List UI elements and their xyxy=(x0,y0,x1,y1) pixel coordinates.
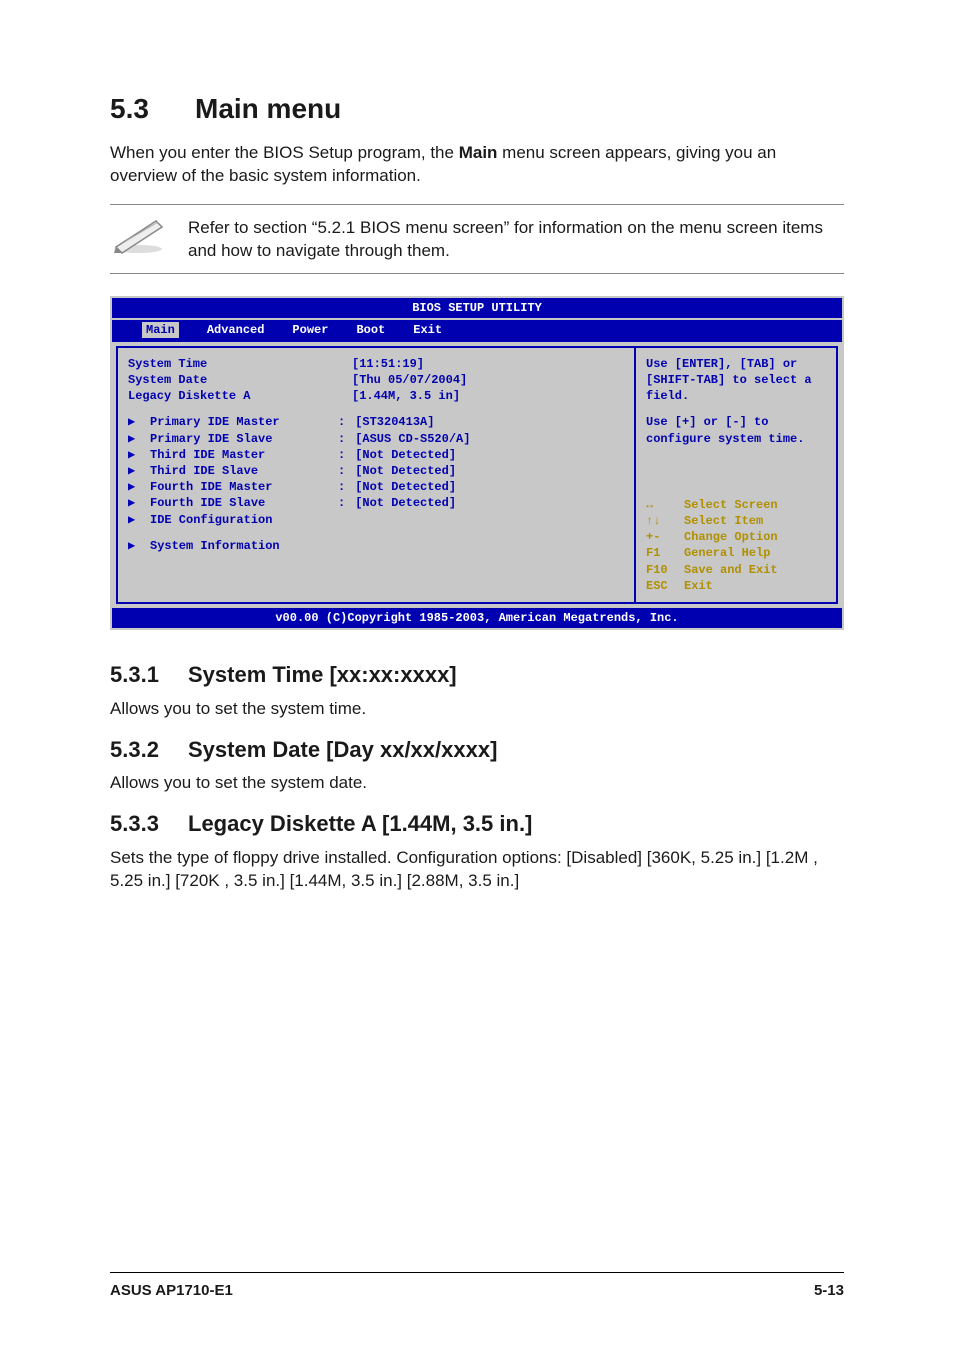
tab-boot[interactable]: Boot xyxy=(356,322,385,338)
intro-paragraph: When you enter the BIOS Setup program, t… xyxy=(110,142,844,188)
bios-footer: v00.00 (C)Copyright 1985-2003, American … xyxy=(112,608,842,628)
nav-row: F10Save and Exit xyxy=(646,562,828,578)
nav-label: Save and Exit xyxy=(684,562,778,578)
bios-left-panel: System Time [11:51:19] System Date [Thu … xyxy=(118,348,636,602)
subsection-title: Legacy Diskette A [1.44M, 3.5 in.] xyxy=(188,811,532,836)
field-label: System Time xyxy=(128,356,338,372)
bios-title: BIOS SETUP UTILITY xyxy=(112,298,842,320)
subsection-body: Allows you to set the system time. xyxy=(110,698,844,721)
nav-key: ↑↓ xyxy=(646,513,684,529)
submenu-ide-config[interactable]: ▶IDE Configuration xyxy=(128,512,628,528)
footer-left: ASUS AP1710-E1 xyxy=(110,1281,233,1301)
nav-key: F1 xyxy=(646,545,684,561)
field-label: System Date xyxy=(128,372,338,388)
submenu-arrow-icon: ▶ xyxy=(128,463,150,479)
field-label: Third IDE Slave xyxy=(150,463,338,479)
field-value: [Not Detected] xyxy=(345,447,456,463)
subsection-number: 5.3.1 xyxy=(110,660,188,690)
field-value: [ST320413A] xyxy=(345,414,434,430)
section-heading: 5.3Main menu xyxy=(110,90,844,128)
nav-label: Change Option xyxy=(684,529,778,545)
help-top: Use [ENTER], [TAB] or [SHIFT-TAB] to sel… xyxy=(646,356,828,405)
submenu-ide[interactable]: ▶Fourth IDE Slave:[Not Detected] xyxy=(128,495,628,511)
intro-bold: Main xyxy=(459,143,498,162)
field-value: [1.44M, 3.5 in] xyxy=(352,388,460,404)
help-mid: Use [+] or [-] to configure system time. xyxy=(646,414,828,446)
field-system-date[interactable]: System Date [Thu 05/07/2004] xyxy=(128,372,628,388)
field-value: [11:51:19] xyxy=(352,356,424,372)
bios-right-panel: Use [ENTER], [TAB] or [SHIFT-TAB] to sel… xyxy=(636,348,836,602)
submenu-ide[interactable]: ▶Fourth IDE Master:[Not Detected] xyxy=(128,479,628,495)
field-value: [Not Detected] xyxy=(345,463,456,479)
nav-help: ↔Select Screen ↑↓Select Item +-Change Op… xyxy=(646,497,828,594)
nav-key: ↔ xyxy=(646,497,684,513)
subsection-title: System Date [Day xx/xx/xxxx] xyxy=(188,737,497,762)
subsection-body: Allows you to set the system date. xyxy=(110,772,844,795)
pencil-icon xyxy=(110,215,170,255)
submenu-arrow-icon: ▶ xyxy=(128,538,150,554)
tab-exit[interactable]: Exit xyxy=(413,322,442,338)
nav-label: Select Screen xyxy=(684,497,778,513)
subsection-number: 5.3.3 xyxy=(110,809,188,839)
nav-row: ESCExit xyxy=(646,578,828,594)
field-value: [Not Detected] xyxy=(345,495,456,511)
subsection-number: 5.3.2 xyxy=(110,735,188,765)
tab-advanced[interactable]: Advanced xyxy=(207,322,265,338)
intro-pre: When you enter the BIOS Setup program, t… xyxy=(110,143,459,162)
field-label: IDE Configuration xyxy=(150,512,272,528)
subsection-body: Sets the type of floppy drive installed.… xyxy=(110,847,844,893)
field-system-time[interactable]: System Time [11:51:19] xyxy=(128,356,628,372)
submenu-arrow-icon: ▶ xyxy=(128,512,150,528)
page-footer: ASUS AP1710-E1 5-13 xyxy=(110,1272,844,1301)
subsection-title: System Time [xx:xx:xxxx] xyxy=(188,662,457,687)
bios-tabs: Main Advanced Power Boot Exit xyxy=(112,320,842,342)
subsection-heading: 5.3.3Legacy Diskette A [1.44M, 3.5 in.] xyxy=(110,809,844,839)
nav-row: +-Change Option xyxy=(646,529,828,545)
ide-block: ▶Primary IDE Master:[ST320413A] ▶Primary… xyxy=(128,414,628,527)
submenu-arrow-icon: ▶ xyxy=(128,447,150,463)
field-label: Third IDE Master xyxy=(150,447,338,463)
nav-key: ESC xyxy=(646,578,684,594)
nav-key: F10 xyxy=(646,562,684,578)
submenu-ide[interactable]: ▶Third IDE Slave:[Not Detected] xyxy=(128,463,628,479)
nav-label: Select Item xyxy=(684,513,763,529)
submenu-arrow-icon: ▶ xyxy=(128,495,150,511)
nav-label: Exit xyxy=(684,578,713,594)
field-label: Fourth IDE Slave xyxy=(150,495,338,511)
nav-row: ↔Select Screen xyxy=(646,497,828,513)
note-text: Refer to section “5.2.1 BIOS menu screen… xyxy=(188,215,844,263)
sysinfo-block: ▶System Information xyxy=(128,538,628,554)
submenu-ide[interactable]: ▶Third IDE Master:[Not Detected] xyxy=(128,447,628,463)
bios-screenshot: BIOS SETUP UTILITY Main Advanced Power B… xyxy=(110,296,844,631)
subsection-heading: 5.3.2System Date [Day xx/xx/xxxx] xyxy=(110,735,844,765)
field-label: System Information xyxy=(150,538,280,554)
field-label: Fourth IDE Master xyxy=(150,479,338,495)
field-value: [Not Detected] xyxy=(345,479,456,495)
tab-main[interactable]: Main xyxy=(142,322,179,338)
field-legacy-diskette[interactable]: Legacy Diskette A [1.44M, 3.5 in] xyxy=(128,388,628,404)
field-label: Primary IDE Slave xyxy=(150,431,338,447)
nav-row: ↑↓Select Item xyxy=(646,513,828,529)
field-value: [Thu 05/07/2004] xyxy=(352,372,467,388)
submenu-system-information[interactable]: ▶System Information xyxy=(128,538,628,554)
note-block: Refer to section “5.2.1 BIOS menu screen… xyxy=(110,204,844,274)
tab-power[interactable]: Power xyxy=(292,322,328,338)
subsection-heading: 5.3.1System Time [xx:xx:xxxx] xyxy=(110,660,844,690)
field-value: [ASUS CD-S520/A] xyxy=(345,431,470,447)
submenu-arrow-icon: ▶ xyxy=(128,479,150,495)
nav-label: General Help xyxy=(684,545,770,561)
nav-row: F1General Help xyxy=(646,545,828,561)
bios-body: System Time [11:51:19] System Date [Thu … xyxy=(116,346,838,604)
section-title: Main menu xyxy=(195,93,341,124)
submenu-arrow-icon: ▶ xyxy=(128,431,150,447)
field-label: Primary IDE Master xyxy=(150,414,338,430)
footer-right: 5-13 xyxy=(814,1281,844,1301)
field-label: Legacy Diskette A xyxy=(128,388,338,404)
nav-key: +- xyxy=(646,529,684,545)
submenu-ide[interactable]: ▶Primary IDE Slave:[ASUS CD-S520/A] xyxy=(128,431,628,447)
section-number: 5.3 xyxy=(110,90,195,128)
submenu-ide[interactable]: ▶Primary IDE Master:[ST320413A] xyxy=(128,414,628,430)
submenu-arrow-icon: ▶ xyxy=(128,414,150,430)
